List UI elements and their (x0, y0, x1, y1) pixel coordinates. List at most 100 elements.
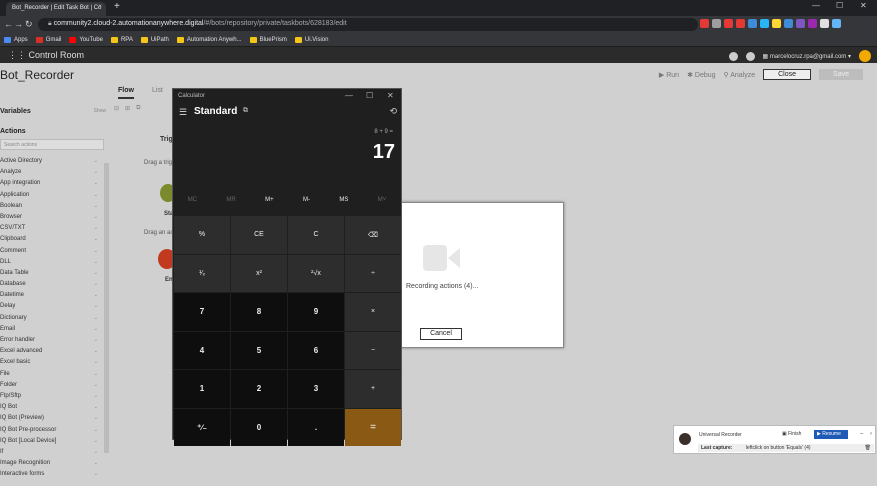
extension-icon[interactable] (772, 19, 781, 28)
grid-menu-icon[interactable]: ⋮⋮ (8, 50, 29, 60)
tab-list[interactable]: List (152, 87, 163, 99)
action-item[interactable]: Error handler ⌄ (0, 337, 110, 348)
minimize-recorder-icon[interactable]: – (860, 431, 863, 437)
action-item[interactable]: DLL ⌄ (0, 259, 110, 270)
extension-icon[interactable] (736, 19, 745, 28)
bookmark-item[interactable]: Gmail (35, 36, 61, 43)
calculator-key[interactable]: 8 (231, 293, 287, 331)
calculator-key[interactable]: ⁺∕₋ (174, 408, 230, 446)
action-item[interactable]: Comment ⌄ (0, 248, 110, 259)
action-item[interactable]: IQ Bot Pre-processor ⌄ (0, 427, 110, 438)
action-item[interactable]: App integration ⌄ (0, 180, 110, 191)
action-item[interactable]: CSV/TXT ⌄ (0, 225, 110, 236)
action-item[interactable]: Ftp/Sftp ⌄ (0, 393, 110, 404)
trash-icon[interactable]: 🗑︎ (865, 445, 871, 451)
extension-icon[interactable] (784, 19, 793, 28)
tab-flow[interactable]: Flow (118, 87, 134, 99)
toolbar-icon[interactable]: ⊟ (114, 105, 119, 112)
search-actions-input[interactable]: Search actions (0, 139, 104, 150)
action-item[interactable]: Active Directory ⌄ (0, 158, 110, 169)
memory-button[interactable]: MC (188, 197, 197, 203)
action-item[interactable]: Boolean ⌄ (0, 203, 110, 214)
action-item[interactable]: Database ⌄ (0, 281, 110, 292)
calculator-key[interactable]: CE (231, 216, 287, 254)
bookmark-item[interactable]: Ui.Vision (294, 36, 328, 43)
action-item[interactable]: Dictionary ⌄ (0, 315, 110, 326)
variables-header[interactable]: Variables Show (0, 105, 110, 115)
address-bar[interactable]: 🔒︎ community2.cloud-2.automationanywhere… (38, 18, 698, 31)
action-item[interactable]: If ⌄ (0, 449, 110, 460)
bookmark-item[interactable]: BluePrism (249, 36, 287, 43)
calculator-key[interactable]: ¹⁄ₓ (174, 254, 230, 292)
reload-icon[interactable]: ↻ (25, 19, 33, 30)
memory-button[interactable]: MR (226, 197, 235, 203)
save-button[interactable]: Save (819, 69, 863, 80)
analyze-button[interactable]: ⚲ Analyze (724, 71, 756, 79)
action-item[interactable]: Delay ⌄ (0, 303, 110, 314)
calculator-key[interactable]: 9 (288, 293, 344, 331)
run-button[interactable]: ▶ Run (659, 71, 679, 79)
action-item[interactable]: IQ Bot ⌄ (0, 404, 110, 415)
bookmark-item[interactable]: Automation Anywh... (176, 36, 242, 43)
memory-button[interactable]: M˅ (378, 197, 387, 203)
calculator-key[interactable]: 2 (231, 370, 287, 408)
memory-button[interactable]: M+ (265, 197, 274, 203)
minimize-window-button[interactable]: — (812, 1, 820, 10)
browser-tab[interactable]: Bot_Recorder | Edit Task Bot | Co × (6, 2, 106, 16)
close-button[interactable]: Close (763, 69, 812, 80)
expand-recorder-icon[interactable]: › (870, 431, 872, 437)
bookmark-item[interactable]: YouTube (69, 36, 103, 43)
calculator-key[interactable]: ÷ (345, 254, 401, 292)
action-item[interactable]: Excel advanced ⌄ (0, 348, 110, 359)
back-arrow-icon[interactable]: ← (4, 19, 13, 29)
debug-button[interactable]: ✱ Debug (687, 71, 715, 79)
extension-icon[interactable] (832, 19, 841, 28)
show-variables-link[interactable]: Show (93, 108, 106, 115)
calculator-key[interactable]: ⌫ (345, 216, 401, 254)
calc-minimize-button[interactable]: — (345, 91, 353, 100)
action-item[interactable]: Data Table ⌄ (0, 270, 110, 281)
action-item[interactable]: Email ⌄ (0, 326, 110, 337)
maximize-window-button[interactable]: ☐ (836, 1, 843, 10)
calculator-key[interactable]: 5 (231, 331, 287, 369)
calculator-key[interactable]: = (345, 408, 401, 446)
globe-icon[interactable] (745, 51, 755, 61)
extension-icon[interactable] (724, 19, 733, 28)
bookmark-item[interactable]: UiPath (140, 36, 169, 43)
extension-icon[interactable] (820, 19, 829, 28)
calculator-key[interactable]: − (345, 331, 401, 369)
extension-icon[interactable] (700, 19, 709, 28)
action-item[interactable]: Interactive forms ⌄ (0, 471, 110, 482)
bookmark-item[interactable]: RPA (110, 36, 133, 43)
resume-button[interactable]: ▶ Resume (814, 430, 848, 439)
action-item[interactable]: Excel basic ⌄ (0, 359, 110, 370)
action-item[interactable]: Application ⌄ (0, 192, 110, 203)
action-item[interactable]: Browser ⌄ (0, 214, 110, 225)
history-icon[interactable]: ⟲ (389, 106, 397, 117)
help-icon[interactable] (728, 51, 738, 61)
forward-arrow-icon[interactable]: → (14, 19, 23, 29)
calculator-key[interactable]: 6 (288, 331, 344, 369)
extension-icon[interactable] (712, 19, 721, 28)
action-item[interactable]: File ⌄ (0, 371, 110, 382)
action-item[interactable]: Datetime ⌄ (0, 292, 110, 303)
calculator-key[interactable]: % (174, 216, 230, 254)
calculator-key[interactable]: x² (231, 254, 287, 292)
extension-icon[interactable] (796, 19, 805, 28)
keep-on-top-icon[interactable]: ⧉ (243, 107, 248, 115)
hamburger-menu-icon[interactable]: ☰ (179, 107, 187, 118)
toolbar-icon[interactable]: ⧉ (136, 105, 140, 112)
calculator-key[interactable]: + (345, 370, 401, 408)
action-item[interactable]: Analyze ⌄ (0, 169, 110, 180)
action-item[interactable]: IQ Bot [Local Device] ⌄ (0, 438, 110, 449)
finish-button[interactable]: ▣ Finish (782, 431, 801, 437)
toolbar-icon[interactable]: ⊞ (125, 105, 130, 112)
new-tab-button[interactable]: + (114, 1, 120, 12)
cancel-button[interactable]: Cancel (420, 328, 462, 340)
extension-icon[interactable] (748, 19, 757, 28)
action-item[interactable]: IQ Bot (Preview) ⌄ (0, 415, 110, 426)
extension-icon[interactable] (808, 19, 817, 28)
extension-icon[interactable] (760, 19, 769, 28)
calculator-key[interactable]: 4 (174, 331, 230, 369)
memory-button[interactable]: MS (339, 197, 348, 203)
